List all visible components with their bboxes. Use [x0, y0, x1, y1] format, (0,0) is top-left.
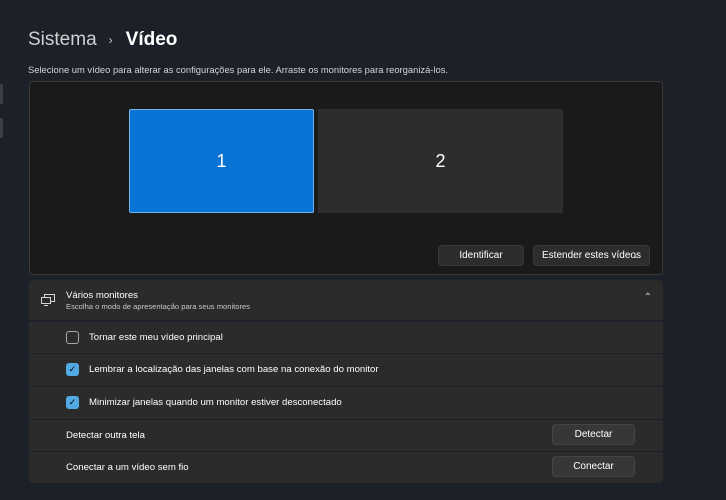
breadcrumb-parent-link[interactable]: Sistema	[28, 29, 97, 51]
detect-button-label: Detectar	[574, 429, 613, 440]
connect-button-label: Conectar	[573, 461, 614, 472]
page-description: Selecione um vídeo para alterar as confi…	[28, 64, 449, 75]
option-row-minimize-windows: ✓ Minimizar janelas quando um monitor es…	[29, 387, 663, 419]
display-mode-value: Estender estes vídeos	[542, 250, 641, 261]
monitor-2-tile[interactable]: 2	[318, 109, 563, 213]
nav-collapsed-item[interactable]	[0, 118, 3, 138]
option-row-primary-display: Tornar este meu vídeo principal	[29, 322, 663, 353]
minimize-windows-checkbox[interactable]: ✓	[66, 396, 79, 409]
connect-button[interactable]: Conectar	[552, 456, 635, 477]
multiple-monitors-title: Vários monitores	[66, 290, 138, 301]
identify-button[interactable]: Identificar	[438, 245, 524, 266]
monitor-1-number: 1	[216, 150, 227, 171]
breadcrumb: Sistema › Vídeo	[28, 29, 177, 51]
multiple-monitors-icon	[41, 294, 55, 306]
multiple-monitors-subtitle: Escolha o modo de apresentação para seus…	[66, 302, 251, 311]
detect-button[interactable]: Detectar	[552, 424, 635, 445]
multiple-monitors-section: Vários monitores Escolha o modo de apres…	[29, 280, 663, 483]
chevron-up-icon[interactable]: ⌃	[644, 292, 652, 303]
monitor-arrangement-panel: 1 2 Identificar Estender estes vídeos ⌄	[29, 81, 663, 275]
wireless-display-row: Conectar a um vídeo sem fio Conectar	[29, 452, 663, 483]
option-row-remember-windows: ✓ Lembrar a localização das janelas com …	[29, 354, 663, 386]
monitor-2-number: 2	[435, 150, 446, 171]
display-mode-dropdown[interactable]: Estender estes vídeos ⌄	[533, 245, 650, 266]
remember-windows-checkbox[interactable]: ✓	[66, 363, 79, 376]
chevron-down-icon: ⌄	[632, 251, 639, 260]
remember-windows-label[interactable]: Lembrar a localização das janelas com ba…	[89, 364, 379, 375]
wireless-display-label: Conectar a um vídeo sem fio	[66, 462, 189, 473]
page-title: Vídeo	[125, 29, 178, 50]
breadcrumb-chevron-icon: ›	[108, 33, 113, 47]
identify-button-label: Identificar	[459, 250, 503, 261]
nav-collapsed-item[interactable]	[0, 84, 3, 104]
minimize-windows-label[interactable]: Minimizar janelas quando um monitor esti…	[89, 397, 342, 408]
detect-display-row: Detectar outra tela Detectar	[29, 420, 663, 451]
multiple-monitors-header[interactable]: Vários monitores Escolha o modo de apres…	[29, 280, 663, 320]
detect-display-label: Detectar outra tela	[66, 430, 145, 441]
primary-display-checkbox[interactable]	[66, 331, 79, 344]
primary-display-label[interactable]: Tornar este meu vídeo principal	[89, 332, 223, 343]
monitor-1-tile[interactable]: 1	[129, 109, 314, 213]
checkmark-icon: ✓	[68, 364, 77, 374]
checkmark-icon: ✓	[68, 397, 77, 407]
